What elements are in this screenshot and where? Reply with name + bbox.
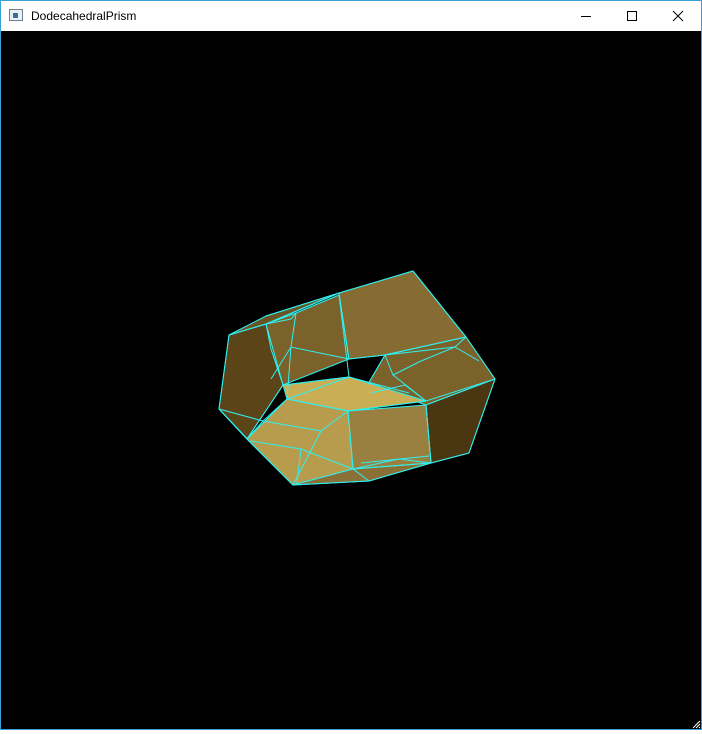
maximize-button[interactable] bbox=[609, 1, 655, 31]
close-icon bbox=[672, 10, 684, 22]
window-title: DodecahedralPrism bbox=[31, 9, 137, 23]
app-window: DodecahedralPrism bbox=[0, 0, 702, 730]
maximize-icon bbox=[627, 11, 637, 21]
app-icon bbox=[9, 9, 23, 21]
render-canvas[interactable] bbox=[1, 31, 701, 729]
resize-grip-icon[interactable] bbox=[691, 719, 701, 729]
dodecahedral-prism-render bbox=[218, 270, 496, 486]
minimize-button[interactable] bbox=[563, 1, 609, 31]
minimize-icon bbox=[581, 16, 591, 17]
solid-face bbox=[347, 404, 432, 470]
close-button[interactable] bbox=[655, 1, 701, 31]
title-bar[interactable]: DodecahedralPrism bbox=[1, 1, 701, 31]
